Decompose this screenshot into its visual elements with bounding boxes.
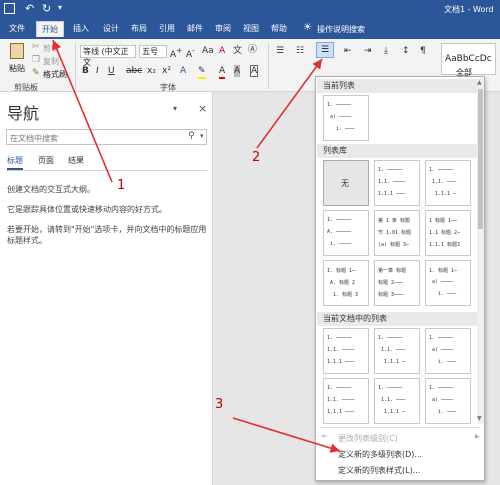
arrow-2 <box>256 58 323 149</box>
annotation-label-1: 1 <box>117 178 126 193</box>
annotation-label-2: 2 <box>252 150 261 165</box>
arrow-3 <box>232 417 341 453</box>
arrow-1 <box>52 39 113 183</box>
annotation-arrows <box>52 39 341 453</box>
annotation-label-3: 3 <box>215 397 224 412</box>
